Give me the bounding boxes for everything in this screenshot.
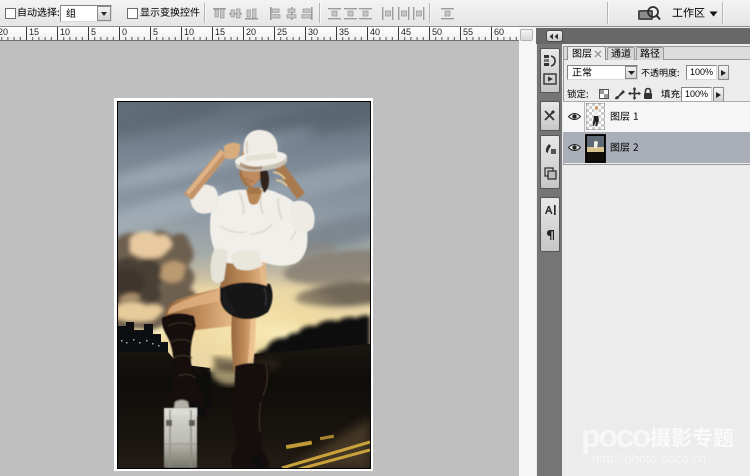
svg-text:0: 0 xyxy=(122,27,127,37)
svg-text:30: 30 xyxy=(308,27,318,37)
svg-text:45: 45 xyxy=(401,27,411,37)
svg-text:60: 60 xyxy=(494,27,504,37)
svg-text:55: 55 xyxy=(463,27,473,37)
svg-text:25: 25 xyxy=(277,27,287,37)
svg-text:20: 20 xyxy=(246,27,256,37)
svg-text:35: 35 xyxy=(339,27,349,37)
svg-text:5: 5 xyxy=(91,27,96,37)
svg-text:10: 10 xyxy=(60,27,70,37)
svg-text:50: 50 xyxy=(432,27,442,37)
svg-text:5: 5 xyxy=(153,27,158,37)
svg-text:15: 15 xyxy=(29,27,39,37)
svg-text:15: 15 xyxy=(215,27,225,37)
svg-text:40: 40 xyxy=(370,27,380,37)
svg-text:10: 10 xyxy=(184,27,194,37)
svg-text:20: 20 xyxy=(0,27,8,37)
